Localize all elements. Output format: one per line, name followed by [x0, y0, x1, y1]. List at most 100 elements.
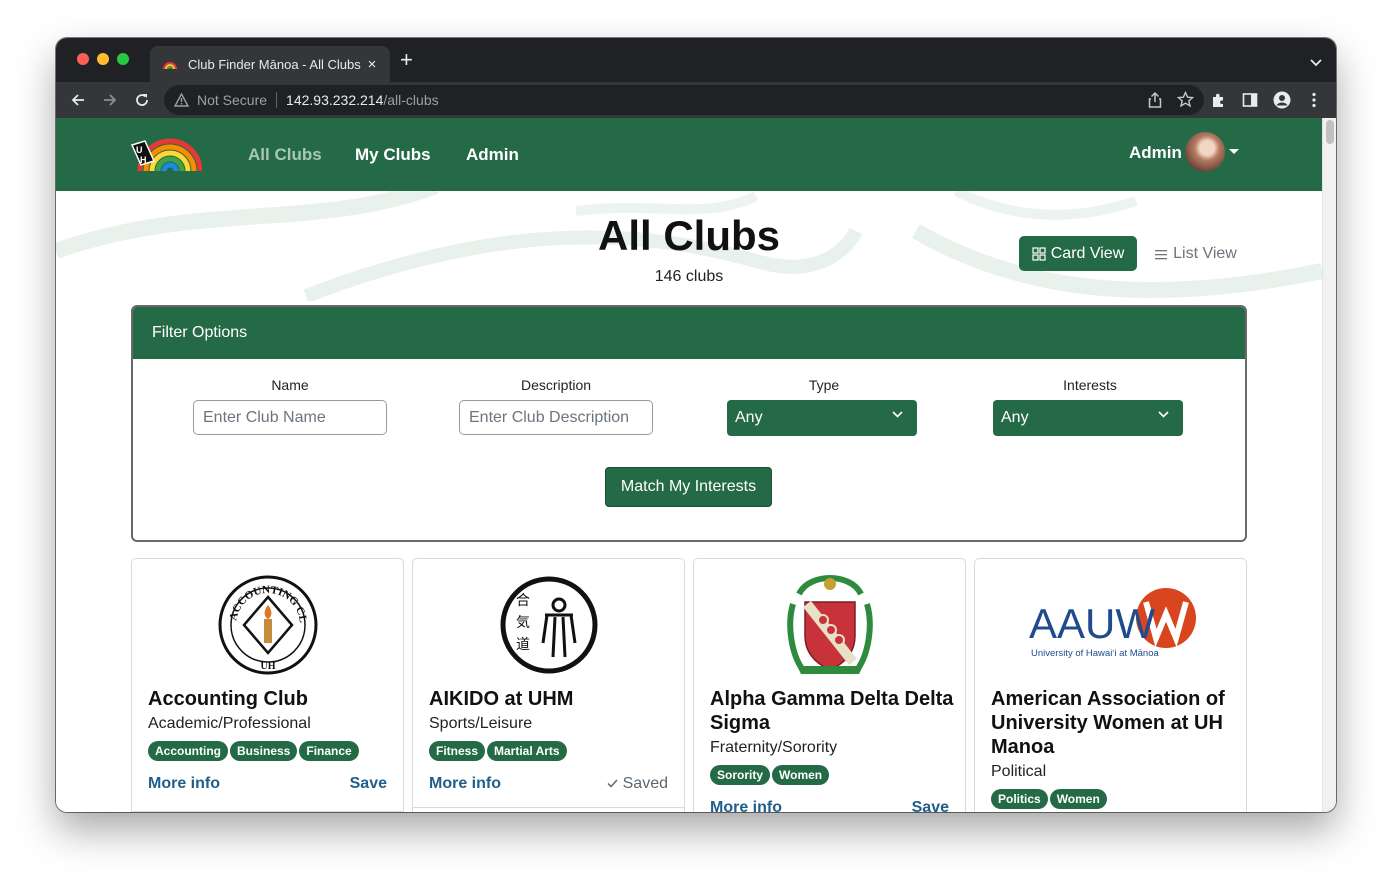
avatar[interactable]	[1185, 132, 1225, 172]
club-type: Fraternity/Sorority	[710, 739, 838, 756]
warning-icon[interactable]	[174, 93, 189, 107]
user-menu-caret-icon[interactable]	[1229, 149, 1239, 154]
share-icon[interactable]	[1147, 91, 1163, 114]
interest-tag: Business	[230, 741, 298, 761]
address-divider	[276, 92, 278, 108]
app-navbar: U H All Clubs My Clubs Admin Admin	[56, 118, 1322, 191]
interest-tag: Accounting	[148, 741, 228, 761]
close-window-button[interactable]	[77, 53, 89, 65]
zoom-window-button[interactable]	[117, 53, 129, 65]
bookmark-star-icon[interactable]	[1176, 90, 1195, 114]
type-select[interactable]: Any	[727, 400, 917, 436]
interest-tag: Fitness	[429, 741, 486, 761]
interest-tag: Finance	[299, 741, 359, 761]
more-info-link[interactable]: More info	[429, 775, 501, 793]
new-tab-button[interactable]: +	[400, 49, 413, 71]
interest-tag: Martial Arts	[487, 741, 567, 761]
saved-button[interactable]: Saved	[607, 775, 668, 793]
interest-tag: Women	[772, 765, 830, 785]
interest-tag: Sorority	[710, 765, 771, 785]
reload-icon[interactable]	[132, 90, 152, 110]
url-host: 142.93.232.214	[286, 92, 384, 108]
uh-rainbow-logo-icon[interactable]: U H	[130, 131, 203, 178]
club-type: Political	[991, 763, 1047, 780]
tab-title: Club Finder Mānoa - All Clubs	[188, 56, 361, 72]
tab-search-chevron-icon[interactable]	[1310, 54, 1322, 72]
card-divider	[132, 811, 403, 812]
side-panel-icon[interactable]	[1241, 91, 1259, 109]
extensions-puzzle-icon[interactable]	[1209, 91, 1227, 109]
club-type: Sports/Leisure	[429, 715, 533, 732]
club-tags: Accounting Business Finance	[148, 741, 359, 761]
svg-text:道: 道	[516, 637, 530, 653]
name-label: Name	[271, 377, 309, 393]
alpha-gamma-delta-crest-icon	[786, 574, 873, 674]
scrollbar-thumb[interactable]	[1326, 120, 1334, 144]
save-button[interactable]: Save	[912, 799, 949, 812]
save-button[interactable]: Save	[350, 775, 387, 793]
minimize-window-button[interactable]	[97, 53, 109, 65]
address-bar[interactable]: Not Secure 142.93.232.214 /all-clubs	[164, 85, 1204, 115]
club-type: Academic/Professional	[148, 715, 311, 732]
club-logo	[694, 573, 965, 677]
description-input[interactable]: Enter Club Description	[459, 400, 653, 435]
club-logo: ACCOUNTING CLUB UH	[132, 573, 403, 677]
nav-all-clubs[interactable]: All Clubs	[248, 145, 322, 165]
aauw-logo-text: AAUW	[1029, 600, 1155, 647]
interests-select-value: Any	[1001, 409, 1029, 426]
back-arrow-icon[interactable]	[68, 90, 88, 110]
saved-label: Saved	[622, 775, 668, 792]
tab-strip: Club Finder Mānoa - All Clubs × +	[56, 38, 1336, 82]
svg-text:H: H	[140, 155, 147, 165]
club-tags: Fitness Martial Arts	[429, 741, 567, 761]
list-icon	[1155, 249, 1168, 259]
grid-icon	[1032, 246, 1046, 261]
page-scrollbar[interactable]	[1322, 118, 1336, 812]
rainbow-favicon-icon	[162, 56, 178, 72]
tab-close-icon[interactable]: ×	[364, 56, 380, 73]
url-path: /all-clubs	[383, 92, 439, 108]
match-interests-button[interactable]: Match My Interests	[605, 467, 772, 507]
svg-text:合: 合	[516, 593, 530, 609]
card-view-label: Card View	[1050, 244, 1125, 262]
club-name: Alpha Gamma Delta Delta Sigma	[710, 688, 954, 734]
more-info-link[interactable]: More info	[710, 799, 782, 812]
list-view-button[interactable]: List View	[1148, 236, 1244, 271]
interest-tag: Women	[1049, 789, 1107, 809]
user-menu-name[interactable]: Admin	[1129, 143, 1182, 163]
more-info-link[interactable]: More info	[148, 775, 220, 793]
type-select-value: Any	[735, 409, 763, 426]
nav-my-clubs[interactable]: My Clubs	[355, 145, 431, 165]
filter-panel: Filter Options Name Enter Club Name Desc…	[131, 305, 1247, 542]
club-logo: AAUW University of Hawaiʻi at Mānoa	[975, 573, 1246, 677]
card-view-button[interactable]: Card View	[1019, 236, 1137, 271]
nav-admin[interactable]: Admin	[466, 145, 519, 165]
club-name: Accounting Club	[148, 688, 308, 710]
interest-tag: Politics	[991, 789, 1048, 809]
club-tags: Politics Women	[991, 789, 1107, 809]
club-card: ACCOUNTING CLUB UH Accounting Club Acade…	[131, 558, 404, 812]
svg-text:U: U	[136, 145, 143, 155]
club-name: American Association of University Women…	[991, 688, 1225, 758]
browser-window: Club Finder Mānoa - All Clubs × + Not Se…	[56, 38, 1336, 812]
browser-toolbar: Not Secure 142.93.232.214 /all-clubs	[56, 82, 1336, 118]
club-logo: 合 気 道	[413, 573, 684, 677]
profile-icon[interactable]	[1273, 91, 1291, 109]
club-card: Alpha Gamma Delta Delta Sigma Fraternity…	[693, 558, 966, 812]
interests-label: Interests	[1063, 377, 1117, 393]
name-input[interactable]: Enter Club Name	[193, 400, 387, 435]
browser-menu-icon[interactable]	[1305, 91, 1323, 109]
description-label: Description	[520, 377, 592, 393]
club-card: 合 気 道 AIKIDO at UHM Sports/Leisure Fitne…	[412, 558, 685, 812]
interests-select[interactable]: Any	[993, 400, 1183, 436]
card-divider	[413, 807, 684, 808]
list-view-label: List View	[1173, 244, 1237, 262]
aikido-logo-icon: 合 気 道	[500, 576, 597, 674]
club-name: AIKIDO at UHM	[429, 688, 574, 710]
aauw-logo-icon: AAUW University of Hawaiʻi at Mānoa	[1029, 588, 1196, 659]
chevron-down-icon	[892, 411, 903, 418]
chevron-down-icon	[1158, 411, 1169, 418]
forward-arrow-icon[interactable]	[100, 90, 120, 110]
security-label[interactable]: Not Secure	[197, 92, 267, 108]
browser-tab[interactable]: Club Finder Mānoa - All Clubs ×	[150, 46, 390, 82]
